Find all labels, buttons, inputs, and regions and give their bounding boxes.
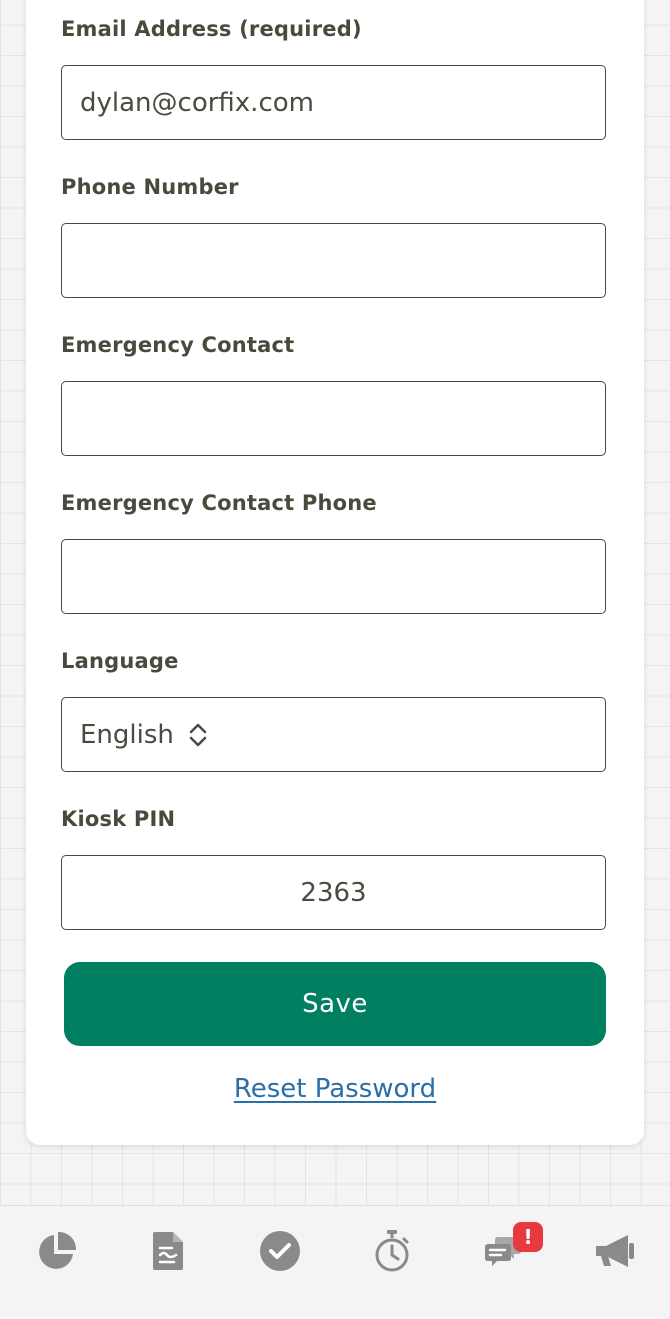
language-select[interactable]: English	[61, 697, 606, 772]
emergency-contact-label: Emergency Contact	[61, 333, 295, 357]
emergency-contact-phone-label: Emergency Contact Phone	[61, 491, 377, 515]
kiosk-pin-label: Kiosk PIN	[61, 807, 176, 831]
stopwatch-icon	[375, 1230, 409, 1272]
kiosk-pin-field[interactable]: 2363	[61, 855, 606, 930]
tab-forms[interactable]	[145, 1228, 191, 1274]
pie-chart-icon	[39, 1231, 77, 1269]
emergency-contact-field[interactable]	[61, 381, 606, 456]
tab-announcements[interactable]	[592, 1228, 638, 1274]
tab-timesheet[interactable]	[369, 1228, 415, 1274]
email-value: dylan@corfix.com	[80, 87, 314, 118]
save-button-label: Save	[302, 989, 368, 1019]
email-label: Email Address (required)	[61, 17, 362, 41]
language-label: Language	[61, 649, 179, 673]
email-field[interactable]: dylan@corfix.com	[61, 65, 606, 140]
check-circle-icon	[260, 1231, 300, 1271]
reset-password-link[interactable]: Reset Password	[0, 1074, 670, 1104]
notification-badge: !	[513, 1222, 543, 1252]
save-button[interactable]: Save	[64, 962, 606, 1046]
bottom-tab-bar: !	[0, 1205, 670, 1319]
tab-dashboard[interactable]	[34, 1228, 80, 1274]
phone-field[interactable]	[61, 223, 606, 298]
document-icon	[153, 1232, 183, 1270]
phone-label: Phone Number	[61, 175, 239, 199]
tab-tasks[interactable]	[257, 1228, 303, 1274]
kiosk-pin-value: 2363	[300, 877, 367, 908]
chevron-up-down-icon	[188, 722, 208, 748]
emergency-contact-phone-field[interactable]	[61, 539, 606, 614]
megaphone-icon	[596, 1235, 634, 1267]
language-value: English	[80, 719, 174, 750]
tab-messages[interactable]: !	[481, 1222, 543, 1274]
